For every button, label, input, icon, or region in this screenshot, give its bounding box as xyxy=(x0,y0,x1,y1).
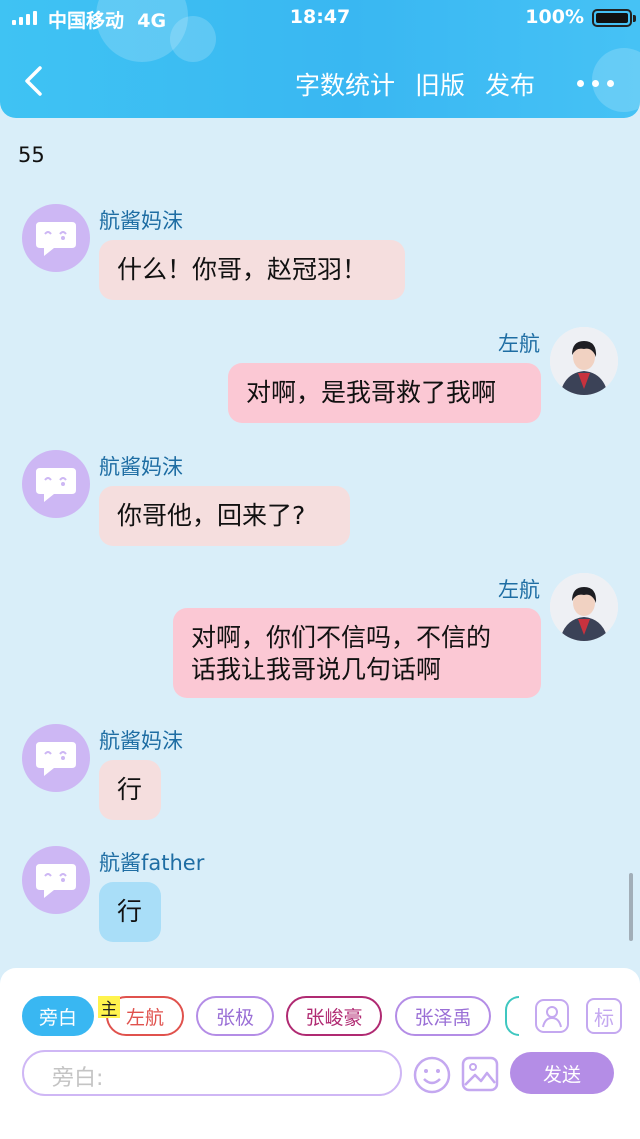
user-photo-icon xyxy=(550,573,618,641)
user-photo-icon xyxy=(550,327,618,395)
avatar[interactable] xyxy=(22,204,90,272)
tag-button-label: 标 xyxy=(594,1005,614,1030)
message-line: 话我让我哥说几句话啊 xyxy=(191,655,442,684)
avatar[interactable] xyxy=(22,724,90,792)
scrollbar[interactable] xyxy=(629,873,633,941)
message-bubble[interactable]: 行 xyxy=(99,882,161,942)
sender-name: 左航 xyxy=(498,332,540,356)
chat-bubble-face-icon xyxy=(36,222,76,256)
message-line: 对啊，你们不信吗，不信的 xyxy=(191,623,492,652)
send-button[interactable]: 发送 xyxy=(510,1052,614,1094)
sender-name: 航酱father xyxy=(99,851,205,875)
message-bubble[interactable]: 对啊，你们不信吗，不信的 话我让我哥说几句话啊 xyxy=(173,608,541,698)
sender-name: 航酱妈沫 xyxy=(99,209,183,233)
more-dots-icon[interactable] xyxy=(577,80,614,87)
avatar[interactable] xyxy=(550,327,618,395)
sender-name: 航酱妈沫 xyxy=(99,455,183,479)
battery-icon xyxy=(592,9,636,27)
role-chip-zhangjunhao[interactable]: 张峻豪 xyxy=(286,996,382,1036)
word-count-button[interactable]: 字数统计 xyxy=(295,66,395,102)
top-bar: 中国移动 4G 18:47 100% 字数统计 旧版 发布 xyxy=(0,0,640,118)
nav-actions: 字数统计 旧版 发布 xyxy=(295,66,535,102)
message-bubble[interactable]: 行 xyxy=(99,760,161,820)
role-chip-narration[interactable]: 旁白 xyxy=(22,996,94,1036)
battery-percent: 100% xyxy=(525,6,584,28)
word-count: 55 xyxy=(18,143,45,167)
message-input-placeholder: 旁白: xyxy=(52,1066,104,1091)
owner-badge: 主 xyxy=(98,996,120,1020)
image-icon[interactable] xyxy=(461,1055,499,1093)
sender-name: 航酱妈沫 xyxy=(99,729,183,753)
status-bar: 中国移动 4G 18:47 100% xyxy=(0,0,640,36)
emoji-icon[interactable] xyxy=(412,1055,452,1095)
message-bubble[interactable]: 你哥他，回来了? xyxy=(99,486,350,546)
old-version-button[interactable]: 旧版 xyxy=(415,66,465,102)
role-chip-more[interactable] xyxy=(505,996,519,1036)
avatar[interactable] xyxy=(22,846,90,914)
message-bubble[interactable]: 什么！你哥，赵冠羽！ xyxy=(99,240,405,300)
chat-bubble-face-icon xyxy=(36,742,76,776)
publish-button[interactable]: 发布 xyxy=(485,66,535,102)
role-chip-zhangzeyu[interactable]: 张泽禹 xyxy=(395,996,491,1036)
role-chip-zhangji[interactable]: 张极 xyxy=(196,996,274,1036)
message-input[interactable]: 旁白: xyxy=(22,1050,402,1096)
sender-name: 左航 xyxy=(498,578,540,602)
chat-bubble-face-icon xyxy=(36,468,76,502)
chevron-left-icon[interactable] xyxy=(22,64,46,98)
chat-bubble-face-icon xyxy=(36,864,76,898)
avatar[interactable] xyxy=(550,573,618,641)
message-bubble[interactable]: 对啊，是我哥救了我啊 xyxy=(228,363,541,423)
tag-button[interactable]: 标 xyxy=(586,998,622,1034)
character-manage-icon[interactable] xyxy=(534,998,570,1034)
avatar[interactable] xyxy=(22,450,90,518)
